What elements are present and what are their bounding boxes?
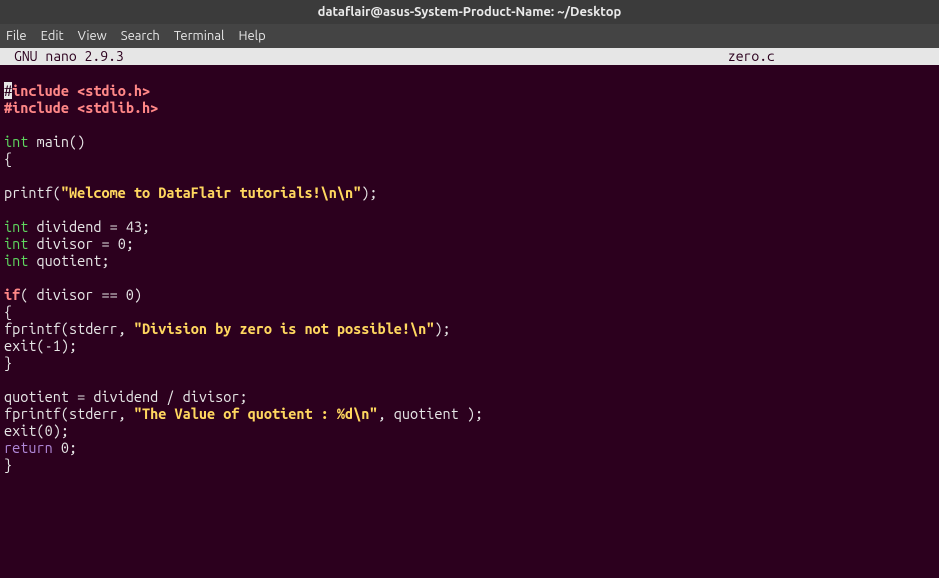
code-line: fprintf(stderr, "The Value of quotient :… [4,405,483,422]
string-literal: "Division by zero is not possible!\n" [134,320,434,337]
main-sig: main() [28,133,85,150]
string-literal: "Welcome to DataFlair tutorials!\n\n" [61,184,361,201]
call-close: ); [361,184,377,201]
blank-line [4,201,12,218]
nano-filename: zero.c [124,48,939,65]
keyword-if: if [4,286,20,303]
menu-file[interactable]: File [6,24,27,48]
window-titlebar: dataflair@asus-System-Product-Name: ~/De… [0,0,939,24]
menu-terminal[interactable]: Terminal [174,24,225,48]
code-line: { [4,303,12,320]
if-cond: ( divisor == 0) [20,286,142,303]
return-val: 0; [53,439,77,456]
preproc-kw: include [12,82,69,99]
blank-line [4,116,12,133]
call-close: , quotient ); [378,405,484,422]
keyword-return: return [4,439,53,456]
code-line: #include <stdlib.h> [4,99,158,116]
header-token: <stdio.h> [77,82,150,99]
code-line: int quotient; [4,252,110,269]
code-line: #include <stdio.h> [4,82,150,99]
code-line: } [4,456,12,473]
code-line: { [4,150,12,167]
menu-view[interactable]: View [78,24,107,48]
blank-line [4,167,12,184]
blank-line [4,371,12,388]
header-token: <stdlib.h> [77,99,158,116]
menu-edit[interactable]: Edit [41,24,64,48]
code-line: return 0; [4,439,77,456]
code-line: quotient = dividend / divisor; [4,388,248,405]
editor-area[interactable]: #include <stdio.h> #include <stdlib.h> i… [0,65,939,473]
code-line: int main() [4,133,85,150]
call-open: fprintf(stderr, [4,320,134,337]
type-kw: int [4,252,28,269]
blank-line [4,269,12,286]
decl: dividend = 43; [28,218,150,235]
string-literal: "The Value of quotient : %d\n" [134,405,378,422]
menubar: File Edit View Search Terminal Help [0,24,939,48]
type-kw: int [4,218,28,235]
menu-search[interactable]: Search [121,24,160,48]
window-title: dataflair@asus-System-Product-Name: ~/De… [318,5,622,19]
code-line: if( divisor == 0) [4,286,142,303]
preproc-kw: #include [4,99,69,116]
call-open: fprintf(stderr, [4,405,134,422]
code-line: exit(0); [4,422,69,439]
nano-header: GNU nano 2.9.3 zero.c [0,48,939,65]
code-line: } [4,354,12,371]
type-kw: int [4,235,28,252]
call-open: printf( [4,184,61,201]
code-line: printf("Welcome to DataFlair tutorials!\… [4,184,378,201]
nano-version: GNU nano 2.9.3 [0,48,124,65]
code-line: fprintf(stderr, "Division by zero is not… [4,320,451,337]
code-line: exit(-1); [4,337,77,354]
menu-help[interactable]: Help [238,24,265,48]
cursor: # [4,82,12,99]
call-close: ); [434,320,450,337]
decl: divisor = 0; [28,235,134,252]
code-line: int divisor = 0; [4,235,134,252]
type-kw: int [4,133,28,150]
decl: quotient; [28,252,109,269]
code-line: int dividend = 43; [4,218,150,235]
